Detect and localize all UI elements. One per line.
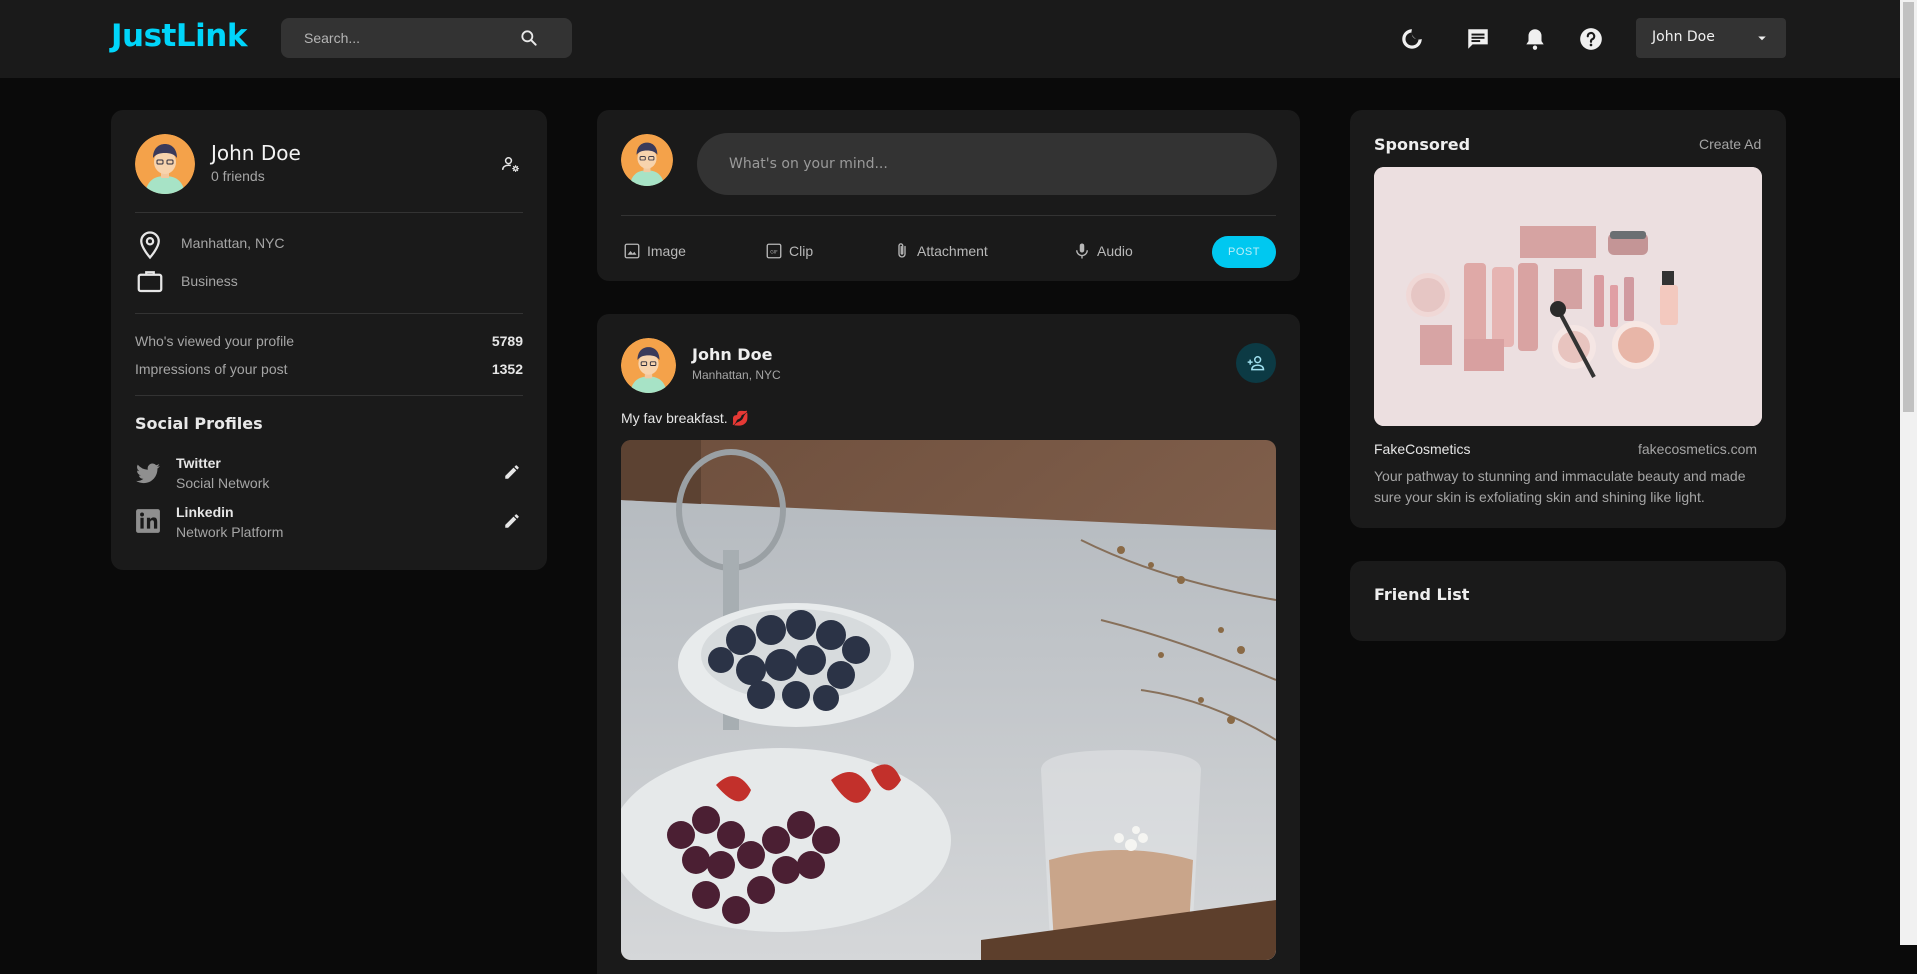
audio-tool-button[interactable]: Audio <box>1073 240 1153 264</box>
post-composer <box>697 133 1277 195</box>
social-profiles-title: Social Profiles <box>135 414 263 433</box>
image-tool-label: Image <box>647 243 686 259</box>
search-input[interactable] <box>281 18 521 58</box>
composer-avatar <box>621 134 673 186</box>
attachment-tool-label: Attachment <box>917 243 988 259</box>
edit-pencil-icon[interactable] <box>503 463 521 481</box>
manage-account-icon[interactable] <box>501 154 521 174</box>
friends-count: 0 friends <box>211 168 265 184</box>
audio-tool-label: Audio <box>1097 243 1133 259</box>
paperclip-icon <box>898 243 906 258</box>
clip-tool-label: Clip <box>789 243 814 259</box>
sponsored-title: Sponsored <box>1374 135 1471 154</box>
profile-name[interactable]: John Doe <box>211 141 301 165</box>
stat-label-impressions: Impressions of your post <box>135 361 288 377</box>
friend-list-title: Friend List <box>1374 585 1470 604</box>
search-box <box>281 18 572 58</box>
top-navbar: JustLink John Doe <box>0 0 1900 78</box>
chevron-down-icon <box>1758 36 1766 41</box>
divider <box>135 395 523 396</box>
image-tool-button[interactable]: Image <box>623 240 703 264</box>
twitter-icon <box>136 463 160 484</box>
ad-url[interactable]: fakecosmetics.com <box>1638 441 1757 457</box>
stat-value-impressions: 1352 <box>491 361 523 377</box>
search-icon[interactable] <box>519 28 539 48</box>
profile-location: Manhattan, NYC <box>181 235 285 251</box>
image-icon <box>624 243 640 259</box>
post-author-avatar[interactable] <box>621 338 676 393</box>
post-image[interactable] <box>621 440 1276 960</box>
svg-text:GIF: GIF <box>770 249 778 255</box>
post-author-location: Manhattan, NYC <box>692 368 781 382</box>
ad-brand[interactable]: FakeCosmetics <box>1374 441 1470 457</box>
divider <box>135 212 523 213</box>
social-linkedin-name[interactable]: Linkedin <box>176 504 234 520</box>
page-scrollbar[interactable] <box>1900 0 1917 945</box>
bell-icon[interactable] <box>1522 26 1548 52</box>
ad-description: Your pathway to stunning and immaculate … <box>1374 468 1746 505</box>
ad-image[interactable] <box>1374 167 1762 426</box>
app-logo[interactable]: JustLink <box>111 18 247 54</box>
user-dropdown[interactable]: John Doe <box>1636 18 1786 58</box>
add-friend-button[interactable] <box>1236 343 1276 383</box>
moon-icon[interactable] <box>1399 26 1425 52</box>
stat-value-profile-views: 5789 <box>491 333 523 349</box>
location-pin-icon <box>140 231 160 260</box>
help-icon[interactable] <box>1578 26 1604 52</box>
divider <box>621 215 1276 216</box>
post-text: My fav breakfast. 💋 <box>621 410 749 426</box>
post-button[interactable]: POST <box>1212 236 1276 268</box>
social-twitter-name[interactable]: Twitter <box>176 455 221 471</box>
microphone-icon <box>1076 243 1088 259</box>
divider <box>135 313 523 314</box>
post-composer-input[interactable] <box>697 133 1277 195</box>
briefcase-icon <box>137 271 163 293</box>
scrollbar-thumb[interactable] <box>1903 2 1914 412</box>
gif-icon: GIF <box>766 243 782 259</box>
create-ad-link[interactable]: Create Ad <box>1699 136 1761 152</box>
chat-icon[interactable] <box>1465 26 1491 52</box>
social-twitter-sub: Social Network <box>176 475 270 491</box>
profile-avatar[interactable] <box>135 134 195 194</box>
person-add-icon <box>1247 356 1265 371</box>
edit-pencil-icon[interactable] <box>503 512 521 530</box>
profile-occupation: Business <box>181 273 238 289</box>
social-linkedin-sub: Network Platform <box>176 524 284 540</box>
linkedin-icon <box>136 509 160 533</box>
post-author-name[interactable]: John Doe <box>692 345 772 364</box>
clip-tool-button[interactable]: GIF Clip <box>765 240 835 264</box>
user-dropdown-name: John Doe <box>1652 29 1715 45</box>
stat-label-profile-views: Who's viewed your profile <box>135 333 295 349</box>
attachment-tool-button[interactable]: Attachment <box>893 240 1003 264</box>
